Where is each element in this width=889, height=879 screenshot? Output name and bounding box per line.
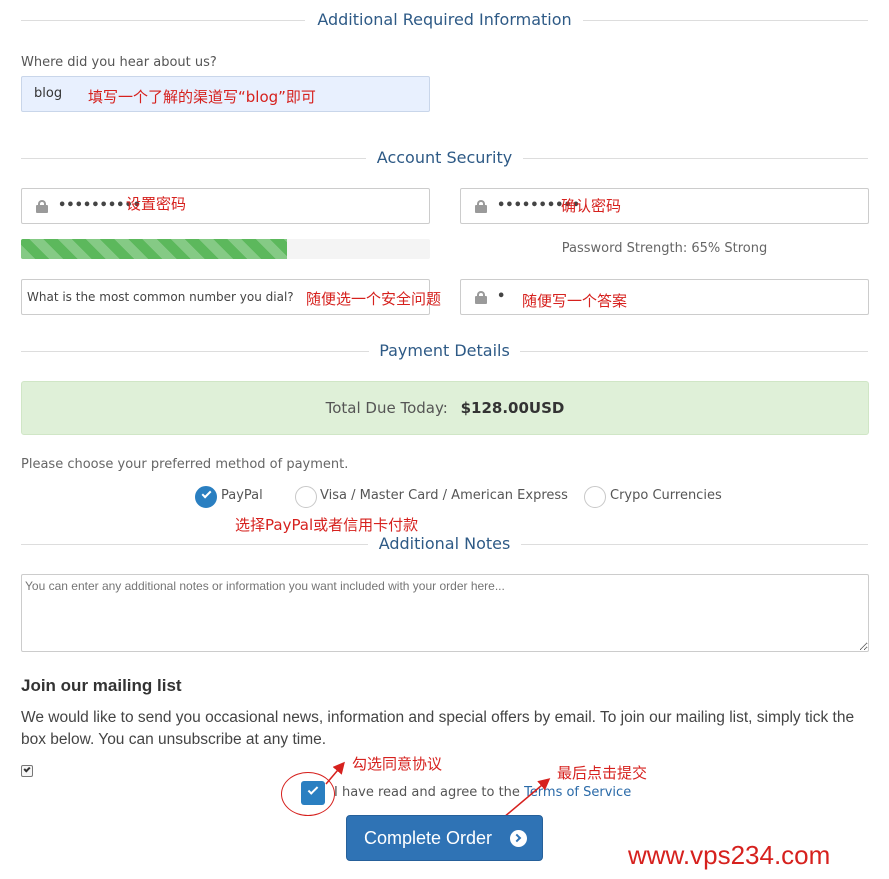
radio-paypal[interactable] (195, 486, 217, 508)
password-strength-bar (21, 239, 430, 259)
mailing-checkbox[interactable] (21, 765, 33, 777)
total-due-banner: Total Due Today: $128.00USD (21, 381, 869, 435)
terms-checkbox[interactable] (301, 781, 325, 805)
notes-textarea[interactable] (21, 574, 869, 652)
annotation-security-question: 随便选一个安全问题 (306, 290, 442, 308)
terms-link[interactable]: Terms of Service (524, 785, 631, 800)
password-strength-fill (21, 239, 287, 259)
annotation-terms: 勾选同意协议 (352, 755, 443, 773)
watermark: www.vps234.com (628, 840, 831, 870)
security-question-value: What is the most common number you dial? (27, 290, 294, 304)
confirm-password-input[interactable]: •••••••••• (460, 188, 869, 224)
section-account-security: Account Security (21, 147, 868, 171)
radio-label-crypto[interactable]: Crypo Currencies (610, 488, 722, 503)
annotation-confirm-password: 确认密码 (561, 197, 622, 215)
section-payment-details: Payment Details (21, 340, 868, 364)
annotation-hear-about: 填写一个了解的渠道写“blog”即可 (88, 88, 316, 106)
check-icon (307, 784, 319, 795)
lock-icon (475, 291, 487, 304)
payment-prompt: Please choose your preferred method of p… (21, 457, 349, 472)
password-strength-text: Password Strength: 65% Strong (561, 241, 768, 256)
radio-label-paypal[interactable]: PayPal (221, 488, 263, 503)
terms-text: I have read and agree to the Terms of Se… (334, 785, 631, 800)
radio-label-card[interactable]: Visa / Master Card / American Express (320, 488, 568, 503)
lock-icon (475, 200, 487, 213)
section-title: Account Security (376, 148, 513, 167)
radio-crypto[interactable] (584, 486, 606, 508)
security-answer-masked: • (497, 289, 506, 304)
hear-about-value: blog (34, 86, 63, 101)
section-title: Payment Details (379, 341, 510, 360)
section-additional-notes: Additional Notes (21, 533, 868, 557)
complete-order-button[interactable]: Complete Order (346, 815, 543, 861)
total-due-amount: $128.00USD (460, 399, 565, 417)
annotation-payment: 选择PayPal或者信用卡付款 (235, 516, 419, 534)
mailing-text: We would like to send you occasional new… (21, 709, 855, 748)
annotation-security-answer: 随便写一个答案 (522, 292, 628, 310)
section-title: Additional Required Information (317, 10, 572, 29)
check-icon (201, 488, 212, 499)
hear-about-label: Where did you hear about us? (21, 55, 217, 70)
radio-card[interactable] (295, 486, 317, 508)
mailing-title: Join our mailing list (21, 676, 182, 695)
annotation-submit: 最后点击提交 (557, 764, 648, 782)
check-icon (23, 765, 31, 773)
annotation-password: 设置密码 (126, 195, 187, 213)
password-input[interactable]: •••••••••• (21, 188, 430, 224)
section-additional-info: Additional Required Information (21, 9, 868, 33)
lock-icon (36, 200, 48, 213)
terms-prefix: I have read and agree to the (334, 785, 525, 800)
arrow-right-circle-icon (510, 830, 527, 847)
total-due-label: Total Due Today: (325, 399, 448, 417)
section-title: Additional Notes (378, 534, 511, 553)
complete-order-label: Complete Order (364, 828, 493, 848)
